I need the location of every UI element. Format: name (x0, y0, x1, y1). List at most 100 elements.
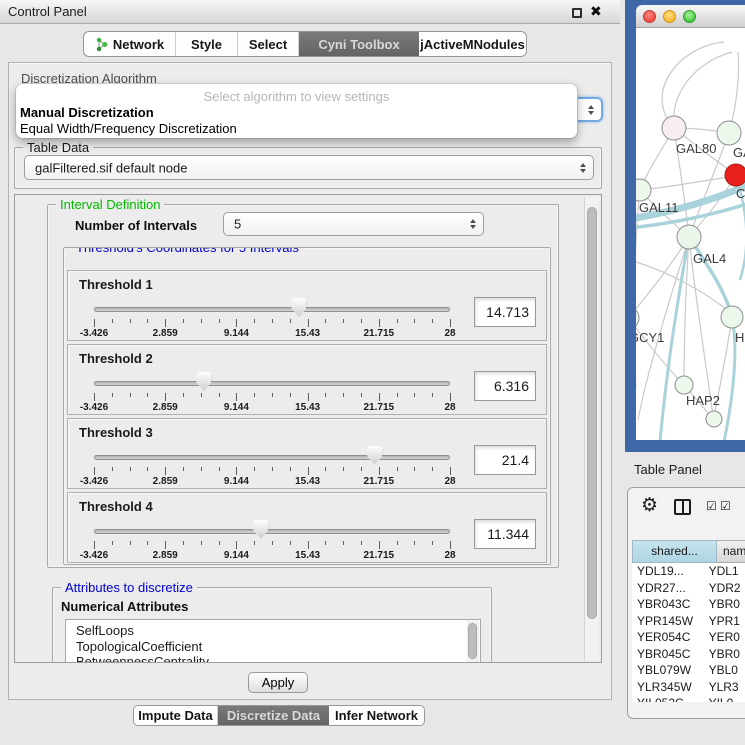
settings-scrollpane: Interval Definition Number of Intervals … (14, 194, 602, 663)
list-scrollbar[interactable] (467, 621, 479, 663)
tab-label: Style (191, 37, 222, 52)
gear-icon[interactable]: ⚙ (641, 494, 658, 517)
slider-thumb[interactable] (253, 520, 268, 539)
network-node[interactable] (636, 179, 651, 201)
interval-definition-group: Interval Definition Number of Intervals … (47, 204, 559, 568)
algorithm-dropdown-popup: Select algorithm to view settings Manual… (16, 84, 577, 138)
table-row[interactable]: YBL079WYBL0 (632, 662, 745, 679)
threshold-value-field[interactable]: 6.316 (474, 371, 536, 401)
attributes-group: Attributes to discretize Numerical Attri… (52, 587, 492, 663)
table-data-combobox[interactable]: galFiltered.sif default node (24, 155, 594, 180)
tab-label: Discretize Data (227, 708, 320, 723)
threshold-value-field[interactable]: 21.4 (474, 445, 536, 475)
slider-thumb[interactable] (291, 298, 306, 317)
network-node-label: GAL80 (676, 141, 716, 156)
network-node-label: HAP2 (686, 393, 720, 408)
column-header-name[interactable]: name (717, 540, 745, 563)
threshold-panel: Threshold 2 -3.4262.8599.14415.4321.7152… (67, 344, 547, 415)
threshold-slider[interactable]: -3.4262.8599.14415.4321.71528 (94, 493, 450, 564)
combo-arrows-icon (470, 219, 476, 229)
network-node[interactable] (636, 307, 639, 329)
close-icon[interactable]: ✖ (590, 3, 602, 20)
network-node[interactable] (725, 164, 745, 186)
select-column-checkbox-icon[interactable]: ☑ (720, 499, 731, 513)
network-node[interactable] (717, 121, 741, 145)
float-window-icon[interactable] (572, 8, 582, 18)
panel-title: Control Panel (8, 4, 87, 19)
slider-track[interactable] (94, 381, 450, 386)
tab-label: Cyni Toolbox (318, 37, 399, 52)
threshold-value-field[interactable]: 14.713 (474, 297, 536, 327)
list-items: SelfLoopsTopologicalCoefficientBetweenne… (66, 620, 480, 663)
threshold-slider[interactable]: -3.4262.8599.14415.4321.71528 (94, 419, 450, 490)
thresholds-group-title: Threshold's Coordinates for 5 Intervals (72, 247, 303, 255)
attribute-list-item[interactable]: SelfLoops (66, 623, 480, 639)
network-icon (95, 37, 108, 52)
network-node-label: GAL11 (639, 200, 679, 215)
network-window: GAL80GACGAL11GAL4GCY1HHAP2 (636, 5, 745, 440)
table-row[interactable]: YBR043CYBR0 (632, 596, 745, 613)
network-canvas[interactable]: GAL80GACGAL11GAL4GCY1HHAP2 (636, 28, 745, 440)
network-node[interactable] (706, 411, 722, 427)
tab-cyni-toolbox[interactable]: Cyni Toolbox (299, 32, 419, 56)
network-node[interactable] (677, 225, 701, 249)
num-intervals-combobox[interactable]: 5 (223, 212, 484, 236)
apply-button[interactable]: Apply (248, 672, 308, 693)
tab-discretize-data[interactable]: Discretize Data (218, 706, 329, 725)
dropdown-option-manual[interactable]: Manual Discretization (20, 105, 154, 120)
tab-style[interactable]: Style (176, 32, 238, 56)
threshold-slider[interactable]: -3.4262.8599.14415.4321.71528 (94, 271, 450, 342)
table-header-row: shared... name (632, 540, 745, 563)
slider-thumb[interactable] (196, 372, 211, 391)
close-traffic-light-icon[interactable] (643, 10, 656, 23)
columns-icon[interactable] (674, 499, 691, 515)
network-node-label: GCY1 (636, 330, 664, 345)
dropdown-hint: Select algorithm to view settings (16, 89, 577, 104)
tab-impute-data[interactable]: Impute Data (134, 706, 218, 725)
network-node[interactable] (721, 306, 743, 328)
attribute-list-item[interactable]: TopologicalCoefficient (66, 639, 480, 655)
select-all-checkbox-icon[interactable]: ☑ (706, 499, 717, 513)
list-scrollbar-thumb[interactable] (468, 623, 477, 659)
table-row[interactable]: YBR045CYBR0 (632, 646, 745, 663)
column-header-shared-name[interactable]: shared... (632, 540, 717, 563)
network-node[interactable] (662, 116, 686, 140)
table-row[interactable]: YER054CYER0 (632, 629, 745, 646)
threshold-value-field[interactable]: 11.344 (474, 519, 536, 549)
minimize-traffic-light-icon[interactable] (663, 10, 676, 23)
network-node[interactable] (675, 376, 693, 394)
table-data-group-title: Table Data (23, 140, 93, 155)
num-intervals-value: 5 (234, 217, 241, 232)
network-node-label: C (736, 186, 745, 201)
tab-infer-network[interactable]: Infer Network (329, 706, 424, 725)
network-graph[interactable]: GAL80GACGAL11GAL4GCY1HHAP2 (636, 28, 745, 440)
tab-network[interactable]: Network (84, 32, 176, 56)
table-row[interactable]: YDR27...YDR2 (632, 580, 745, 597)
numerical-attributes-list[interactable]: SelfLoopsTopologicalCoefficientBetweenne… (65, 619, 481, 663)
tab-jactivemnodules[interactable]: jActiveMNodules (419, 32, 526, 56)
threshold-panel: Threshold 1 -3.4262.8599.14415.4321.7152… (67, 270, 547, 341)
table-panel-title: Table Panel (634, 452, 702, 486)
zoom-traffic-light-icon[interactable] (683, 10, 696, 23)
tab-label: Select (249, 37, 287, 52)
slider-track[interactable] (94, 307, 450, 312)
settings-scrollbar[interactable] (584, 197, 599, 660)
attribute-list-item[interactable]: BetweennessCentrality (66, 654, 480, 663)
tab-label: Network (113, 37, 164, 52)
dropdown-option-equal-width[interactable]: Equal Width/Frequency Discretization (20, 121, 237, 136)
table-row[interactable]: YIL052CYIL0 (632, 695, 745, 702)
slider-track[interactable] (94, 529, 450, 534)
tab-label: Infer Network (335, 708, 418, 723)
table-row[interactable]: YLR345WYLR3 (632, 679, 745, 696)
num-intervals-label: Number of Intervals (75, 218, 197, 233)
tab-select[interactable]: Select (238, 32, 299, 56)
table-row[interactable]: YPR145WYPR1 (632, 613, 745, 630)
settings-scrollbar-thumb[interactable] (587, 207, 597, 619)
slider-thumb[interactable] (367, 446, 382, 465)
tab-label: Impute Data (138, 708, 212, 723)
threshold-panel: Threshold 4 -3.4262.8599.14415.4321.7152… (67, 492, 547, 563)
threshold-slider[interactable]: -3.4262.8599.14415.4321.71528 (94, 345, 450, 416)
control-panel-titlebar: Control Panel ✖ (0, 0, 620, 24)
slider-track[interactable] (94, 455, 450, 460)
table-row[interactable]: YDL19...YDL1 (632, 563, 745, 580)
